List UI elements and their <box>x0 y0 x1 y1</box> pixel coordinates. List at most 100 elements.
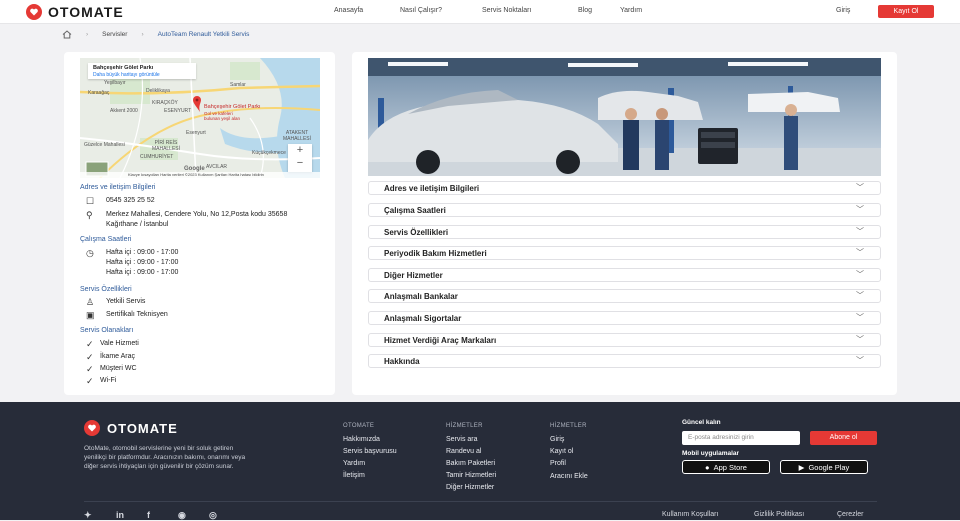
register-button[interactable]: Kayıt Ol <box>878 5 934 18</box>
apple-icon: ● <box>705 462 710 472</box>
nav-help[interactable]: Yardım <box>620 7 642 14</box>
facebook-icon[interactable]: f <box>147 510 150 520</box>
accordion-label: Adres ve iletişim Bilgileri <box>384 184 480 193</box>
footer-logo[interactable]: OTOMATE <box>84 420 178 436</box>
hours-row: Hafta içi : 09:00 - 17:00 <box>106 259 179 266</box>
footer-link[interactable]: Giriş <box>550 434 600 446</box>
accordion-car-brands[interactable]: Hizmet Verdiği Araç Markaları ﹀ <box>368 333 881 347</box>
map-zoom-control: + − <box>288 144 312 172</box>
footer-link[interactable]: Aracını Ekle <box>550 472 600 481</box>
facility-item: İkame Araç <box>100 353 136 360</box>
accordion-label: Diğer Hizmetler <box>384 271 443 280</box>
home-icon[interactable] <box>62 29 72 39</box>
github-icon[interactable]: ◉ <box>178 510 186 521</box>
map-label: Samlar <box>230 82 246 88</box>
heart-logo-icon <box>84 420 100 436</box>
map-label: CUMHURİYET <box>140 154 174 160</box>
footer-link[interactable]: Bakım Paketleri <box>446 458 496 470</box>
phone-icon: ☐ <box>86 196 95 206</box>
accordion-partner-insurance[interactable]: Anlaşmalı Sigortalar ﹀ <box>368 311 881 325</box>
top-header: OTOMATE Anasayfa Nasıl Çalışır? Servis N… <box>0 0 960 24</box>
footer-link[interactable]: Randevu al <box>446 446 496 458</box>
map-label: PİRİ REİS MAHALLESİ <box>151 140 181 152</box>
zoom-in-button[interactable]: + <box>288 144 312 157</box>
chevron-down-icon: ﹀ <box>856 291 864 300</box>
hours-row: Hafta içi : 09:00 - 17:00 <box>106 269 179 276</box>
footer-link[interactable]: İletişim <box>343 470 397 482</box>
breadcrumb: › Servisler › AutoTeam Renault Yetkili S… <box>62 28 249 40</box>
map-attribution: Klavye kısayolları Harita verileri ©2023… <box>80 172 320 178</box>
terms-link[interactable]: Kullanım Koşulları <box>662 511 718 518</box>
map-label: Güzelce Mahallesi <box>84 142 125 148</box>
privacy-link[interactable]: Gizlilik Politikası <box>754 511 804 518</box>
facility-item: Wi-Fi <box>100 377 117 384</box>
hours-row: Hafta içi : 09:00 - 17:00 <box>106 249 179 256</box>
breadcrumb-separator: › <box>86 30 89 38</box>
app-store-button[interactable]: ● App Store <box>682 460 770 474</box>
footer-link[interactable]: Profil <box>550 458 600 470</box>
cookies-link[interactable]: Çerezler <box>837 511 863 518</box>
nav-blog[interactable]: Blog <box>578 7 592 14</box>
google-play-button[interactable]: ▶ Google Play <box>780 460 868 474</box>
footer-link[interactable]: Diğer Hizmetler <box>446 482 496 494</box>
map-label: Yeşilbayır <box>104 80 126 86</box>
instagram-icon[interactable]: ◎ <box>209 510 217 521</box>
chevron-down-icon: ﹀ <box>856 248 864 257</box>
site-footer: OTOMATE OtoMate, otomobil servislerine y… <box>0 402 960 520</box>
certificate-icon: ▣ <box>86 310 95 320</box>
map-label: ESENYURT <box>164 108 192 114</box>
app-store-label: App Store <box>713 462 747 472</box>
larger-map-link[interactable]: Daha büyük haritayı görüntüle <box>93 72 160 78</box>
facility-item: Vale Hizmeti <box>100 340 139 347</box>
accordion-periodic-maintenance[interactable]: Periyodik Bakım Hizmetleri ﹀ <box>368 246 881 260</box>
linkedin-icon[interactable]: in <box>116 510 124 520</box>
map-label: Karaağaç <box>88 90 110 96</box>
footer-link[interactable]: Hakkımızda <box>343 434 397 446</box>
footer-link[interactable]: Servis ara <box>446 434 496 446</box>
accordion-label: Hakkında <box>384 357 420 366</box>
nav-service-points[interactable]: Servis Noktaları <box>482 7 531 14</box>
facility-item: Müşteri WC <box>100 365 137 372</box>
map-pin-sub: Gol ve kafeleri bulunan yeşil alan <box>204 111 241 121</box>
accordion-address[interactable]: Adres ve iletişim Bilgileri ﹀ <box>368 181 881 195</box>
accordion-label: Periyodik Bakım Hizmetleri <box>384 249 487 258</box>
breadcrumb-services[interactable]: Servisler <box>102 31 127 38</box>
location-icon: ⚲ <box>86 210 93 220</box>
accordion-working-hours[interactable]: Çalışma Saatleri ﹀ <box>368 203 881 217</box>
map-label: Küçükçekmece <box>252 150 286 156</box>
twitter-icon[interactable]: ✦ <box>84 510 92 521</box>
chevron-down-icon: ﹀ <box>856 205 864 214</box>
chevron-down-icon: ﹀ <box>856 335 864 344</box>
login-link[interactable]: Giriş <box>836 7 850 14</box>
map-label: Akkent 2000 <box>110 108 138 114</box>
footer-column-services: HİZMETLER Servis ara Randevu al Bakım Pa… <box>446 420 496 494</box>
footer-column-otomate: OTOMATE Hakkımızda Servis başvurusu Yard… <box>343 420 397 482</box>
breadcrumb-current: AutoTeam Renault Yetkili Servis <box>157 30 250 38</box>
footer-link[interactable]: Kayıt ol <box>550 446 600 458</box>
map-label: AVCILAR <box>206 164 228 170</box>
footer-link[interactable]: Servis başvurusu <box>343 446 397 458</box>
nav-how-it-works[interactable]: Nasıl Çalışır? <box>400 7 442 14</box>
map-label: Deliklikaya <box>146 88 170 94</box>
accordion-about[interactable]: Hakkında ﹀ <box>368 354 881 368</box>
map-label: KIRAÇKÖY <box>152 100 178 106</box>
footer-link[interactable]: Yardım <box>343 458 397 470</box>
footer-link[interactable]: Tamir Hizmetleri <box>446 470 496 482</box>
footer-column-title: HİZMETLER <box>446 423 483 429</box>
chevron-down-icon: ﹀ <box>856 270 864 279</box>
map-pin-label: Bahçeşehir Gölet Parkı <box>204 104 261 110</box>
accordion-other-services[interactable]: Diğer Hizmetler ﹀ <box>368 268 881 282</box>
zoom-out-button[interactable]: − <box>288 157 312 170</box>
subscribe-button[interactable]: Abone ol <box>810 431 877 445</box>
accordion-partner-banks[interactable]: Anlaşmalı Bankalar ﹀ <box>368 289 881 303</box>
newsletter-email-input[interactable]: E-posta adresinizi girin <box>682 431 800 445</box>
accordion-service-features[interactable]: Servis Özellikleri ﹀ <box>368 225 881 239</box>
footer-description: OtoMate, otomobil servislerine yeni bir … <box>84 445 246 470</box>
nav-home[interactable]: Anasayfa <box>334 7 363 14</box>
phone-number[interactable]: 0545 325 25 52 <box>106 196 155 206</box>
clock-icon: ◷ <box>86 248 94 258</box>
check-icon: ✓ <box>86 339 94 349</box>
accordion-label: Anlaşmalı Bankalar <box>384 292 458 301</box>
hours-section-title: Çalışma Saatleri <box>80 236 132 243</box>
accordion-label: Servis Özellikleri <box>384 228 449 237</box>
